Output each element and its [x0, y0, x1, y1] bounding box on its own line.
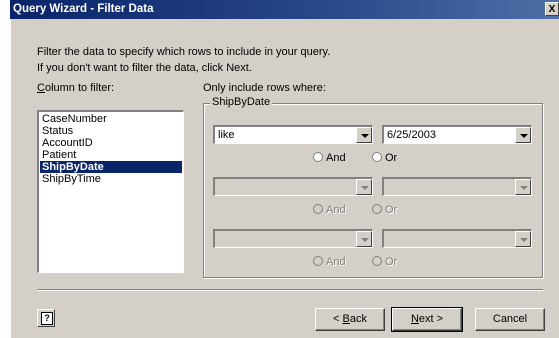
dropdown-button[interactable]: [515, 231, 531, 247]
back-button[interactable]: < Back: [315, 308, 385, 331]
help-button[interactable]: ?: [37, 309, 55, 327]
filter-heading: Only include rows where:: [203, 82, 326, 94]
column-list[interactable]: CaseNumber Status AccountID Patient Ship…: [37, 110, 184, 273]
chevron-down-icon: [520, 186, 528, 190]
chevron-down-icon: [520, 134, 528, 138]
radio-icon: [372, 152, 382, 162]
and-radio-2[interactable]: And: [313, 204, 346, 216]
close-button[interactable]: X: [545, 2, 559, 16]
dropdown-button[interactable]: [356, 127, 372, 143]
or-radio-1[interactable]: Or: [372, 152, 397, 164]
radio-icon: [372, 204, 382, 214]
radio-icon: [313, 152, 323, 162]
dropdown-button[interactable]: [356, 231, 372, 247]
window-title: Query Wizard - Filter Data: [13, 3, 154, 15]
intro-line-2: If you don't want to filter the data, cl…: [37, 62, 252, 74]
operator-value: like: [218, 129, 235, 141]
and-radio-3[interactable]: And: [313, 256, 346, 268]
radio-icon: [372, 256, 382, 266]
or-radio-3[interactable]: Or: [372, 256, 397, 268]
chevron-down-icon: [361, 186, 369, 190]
list-item-selected[interactable]: ShipByDate: [40, 161, 182, 173]
intro-line-1: Filter the data to specify which rows to…: [37, 46, 331, 58]
and-radio-1[interactable]: And: [313, 152, 346, 164]
list-item[interactable]: AccountID: [40, 137, 182, 149]
chevron-down-icon: [361, 238, 369, 242]
radio-icon: [313, 256, 323, 266]
chevron-down-icon: [520, 238, 528, 242]
value-combo-3[interactable]: [382, 229, 532, 248]
value-combo-1[interactable]: 6/25/2003: [382, 125, 532, 144]
value-text: 6/25/2003: [387, 129, 436, 141]
separator: [37, 289, 543, 291]
dropdown-button[interactable]: [515, 127, 531, 143]
column-to-filter-label: Column to filter:: [37, 82, 115, 94]
operator-combo-3[interactable]: [213, 229, 373, 248]
dropdown-button[interactable]: [515, 179, 531, 195]
list-item[interactable]: CaseNumber: [40, 113, 182, 125]
list-item[interactable]: ShipByTime: [40, 173, 182, 185]
cancel-button[interactable]: Cancel: [475, 308, 545, 331]
groupbox-label: ShipByDate: [210, 96, 273, 108]
next-button[interactable]: Next >: [391, 307, 463, 332]
help-icon: ?: [41, 312, 53, 325]
value-combo-2[interactable]: [382, 177, 532, 196]
operator-combo-2[interactable]: [213, 177, 373, 196]
operator-combo-1[interactable]: like: [213, 125, 373, 144]
or-radio-2[interactable]: Or: [372, 204, 397, 216]
list-item[interactable]: Status: [40, 125, 182, 137]
dropdown-button[interactable]: [356, 179, 372, 195]
radio-icon: [313, 204, 323, 214]
title-bar: Query Wizard - Filter Data X: [10, 0, 559, 19]
list-item[interactable]: Patient: [40, 149, 182, 161]
chevron-down-icon: [361, 134, 369, 138]
